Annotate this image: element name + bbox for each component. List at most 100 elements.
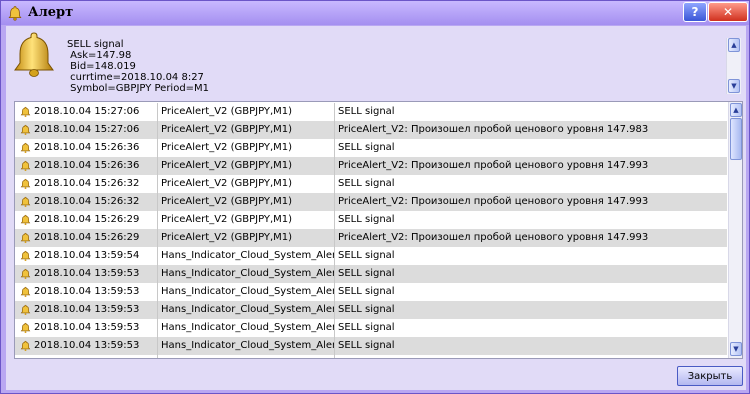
alert-message-cell: SELL signal	[334, 175, 727, 193]
table-row[interactable]: 2018.10.04 12:45:15 TrendLineAlert_V2 (GB…	[15, 355, 727, 359]
alert-message-cell: SELL signal	[334, 247, 727, 265]
bell-icon	[20, 340, 31, 352]
alert-time: 2018.10.04 12:45:15	[34, 355, 139, 358]
alert-history-list[interactable]: 2018.10.04 12:45:15 TrendLineAlert_V2 (GB…	[14, 101, 743, 359]
table-row[interactable]: 2018.10.04 15:27:06 PriceAlert_V2 (GBPJPY…	[15, 103, 727, 121]
close-button[interactable]: Закрыть	[677, 366, 743, 386]
alert-time-cell: 2018.10.04 15:26:36	[15, 139, 157, 157]
bell-icon	[14, 32, 54, 77]
alert-message-cell: SELL signal	[334, 103, 727, 121]
alert-source: Hans_Indicator_Cloud_System_Alert (...	[157, 337, 334, 355]
alert-source: PriceAlert_V2 (GBPJPY,M1)	[157, 103, 334, 121]
window-title: Алерт	[28, 5, 74, 20]
table-row[interactable]: 2018.10.04 15:26:36 PriceAlert_V2 (GBPJPY…	[15, 139, 727, 157]
alert-message-cell: SELL signal	[334, 319, 727, 337]
alert-time-cell: 2018.10.04 15:26:32	[15, 193, 157, 211]
alert-time-cell: 2018.10.04 15:27:06	[15, 103, 157, 121]
alert-message-cell: SELL signal	[334, 355, 727, 358]
scroll-up-button[interactable]: ▲	[728, 38, 740, 52]
alert-source: PriceAlert_V2 (GBPJPY,M1)	[157, 175, 334, 193]
table-row[interactable]: 2018.10.04 13:59:53 Hans_Indicator_Cloud_…	[15, 283, 727, 301]
alert-message-cell: PriceAlert_V2: Произошел пробой ценового…	[334, 157, 727, 175]
alert-time: 2018.10.04 15:26:32	[34, 196, 140, 207]
table-row[interactable]: 2018.10.04 13:59:53 Hans_Indicator_Cloud_…	[15, 337, 727, 355]
close-icon: ✕	[722, 5, 734, 19]
alert-message-cell: SELL signal	[334, 337, 727, 355]
alert-source: Hans_Indicator_Cloud_System_Alert (...	[157, 265, 334, 283]
bell-icon	[20, 358, 31, 359]
alert-message-cell: SELL signal	[334, 301, 727, 319]
dialog-client: SELL signal Ask=147.98 Bid=148.019 currt…	[6, 26, 746, 390]
help-button[interactable]: ?	[683, 2, 707, 22]
message-line: Ask=147.98	[67, 50, 132, 61]
table-row[interactable]: 2018.10.04 15:26:29 PriceAlert_V2 (GBPJPY…	[15, 229, 727, 247]
alert-source: Hans_Indicator_Cloud_System_Alert (...	[157, 283, 334, 301]
alert-source: PriceAlert_V2 (GBPJPY,M1)	[157, 193, 334, 211]
table-row[interactable]: 2018.10.04 13:59:54 Hans_Indicator_Cloud_…	[15, 247, 727, 265]
bell-icon	[20, 214, 31, 226]
table-row[interactable]: 2018.10.04 13:59:53 Hans_Indicator_Cloud_…	[15, 319, 727, 337]
alert-source: Hans_Indicator_Cloud_System_Alert (...	[157, 301, 334, 319]
table-row[interactable]: 2018.10.04 13:59:53 Hans_Indicator_Cloud_…	[15, 265, 727, 283]
bell-icon	[20, 268, 31, 280]
bell-icon	[20, 160, 31, 172]
message-scrollbar[interactable]: ▲ ▼	[726, 38, 741, 94]
bell-icon	[20, 142, 31, 154]
alert-source: Hans_Indicator_Cloud_System_Alert (...	[157, 319, 334, 337]
message-line: Bid=148.019	[67, 61, 136, 72]
alert-time-cell: 2018.10.04 15:26:29	[15, 211, 157, 229]
help-icon: ?	[691, 5, 699, 19]
table-row[interactable]: 2018.10.04 13:59:53 Hans_Indicator_Cloud_…	[15, 301, 727, 319]
bell-icon	[20, 178, 31, 190]
alert-time: 2018.10.04 13:59:53	[34, 304, 140, 315]
alert-time: 2018.10.04 15:26:36	[34, 142, 140, 153]
alert-source: TrendLineAlert_V2 (GBPJPY,M1)	[157, 355, 334, 358]
message-line: Symbol=GBPJPY Period=M1	[67, 83, 210, 94]
table-row[interactable]: 2018.10.04 15:26:32 PriceAlert_V2 (GBPJPY…	[15, 175, 727, 193]
alert-time: 2018.10.04 15:26:36	[34, 160, 140, 171]
alert-message-cell: PriceAlert_V2: Произошел пробой ценового…	[334, 193, 727, 211]
alert-time-cell: 2018.10.04 15:27:06	[15, 121, 157, 139]
scroll-thumb[interactable]	[730, 118, 742, 160]
alert-time: 2018.10.04 15:26:29	[34, 214, 140, 225]
bell-icon	[20, 322, 31, 334]
title-bar[interactable]: Алерт ? ✕	[1, 1, 749, 25]
alert-time-cell: 2018.10.04 15:26:32	[15, 175, 157, 193]
alert-time: 2018.10.04 15:27:06	[34, 106, 140, 117]
alert-time-cell: 2018.10.04 15:26:36	[15, 157, 157, 175]
alert-time: 2018.10.04 15:26:32	[34, 178, 140, 189]
scroll-down-button[interactable]: ▼	[730, 342, 742, 356]
alert-message-cell: SELL signal	[334, 139, 727, 157]
bell-icon	[20, 106, 31, 118]
alert-time: 2018.10.04 15:27:06	[34, 124, 140, 135]
bell-icon	[20, 286, 31, 298]
alert-source: Hans_Indicator_Cloud_System_Alert (...	[157, 247, 334, 265]
bell-icon	[20, 250, 31, 262]
alert-source: PriceAlert_V2 (GBPJPY,M1)	[157, 157, 334, 175]
table-row[interactable]: 2018.10.04 15:26:32 PriceAlert_V2 (GBPJPY…	[15, 193, 727, 211]
bell-icon	[20, 196, 31, 208]
alert-time-cell: 2018.10.04 13:59:53	[15, 301, 157, 319]
scroll-up-button[interactable]: ▲	[730, 103, 742, 117]
alert-time-cell: 2018.10.04 13:59:53	[15, 283, 157, 301]
bell-icon	[20, 304, 31, 316]
alert-time-cell: 2018.10.04 13:59:54	[15, 247, 157, 265]
alert-time-cell: 2018.10.04 12:45:15	[15, 355, 157, 359]
bell-icon	[20, 232, 31, 244]
alert-time-cell: 2018.10.04 15:26:29	[15, 229, 157, 247]
alert-message-cell: SELL signal	[334, 283, 727, 301]
alert-time: 2018.10.04 13:59:54	[34, 250, 140, 261]
alert-time: 2018.10.04 13:59:53	[34, 286, 140, 297]
alert-time-cell: 2018.10.04 13:59:53	[15, 319, 157, 337]
message-line: currtime=2018.10.04 8:27	[67, 72, 204, 83]
list-scrollbar[interactable]: ▲ ▼	[728, 102, 742, 358]
scroll-down-button[interactable]: ▼	[728, 79, 740, 93]
alert-time-cell: 2018.10.04 13:59:53	[15, 265, 157, 283]
alert-message: SELL signal Ask=147.98 Bid=148.019 currt…	[56, 36, 726, 98]
close-window-button[interactable]: ✕	[708, 2, 748, 22]
alert-message-cell: PriceAlert_V2: Произошел пробой ценового…	[334, 229, 727, 247]
table-row[interactable]: 2018.10.04 15:26:36 PriceAlert_V2 (GBPJPY…	[15, 157, 727, 175]
table-row[interactable]: 2018.10.04 15:27:06 PriceAlert_V2 (GBPJPY…	[15, 121, 727, 139]
alert-time: 2018.10.04 13:59:53	[34, 340, 140, 351]
table-row[interactable]: 2018.10.04 15:26:29 PriceAlert_V2 (GBPJPY…	[15, 211, 727, 229]
